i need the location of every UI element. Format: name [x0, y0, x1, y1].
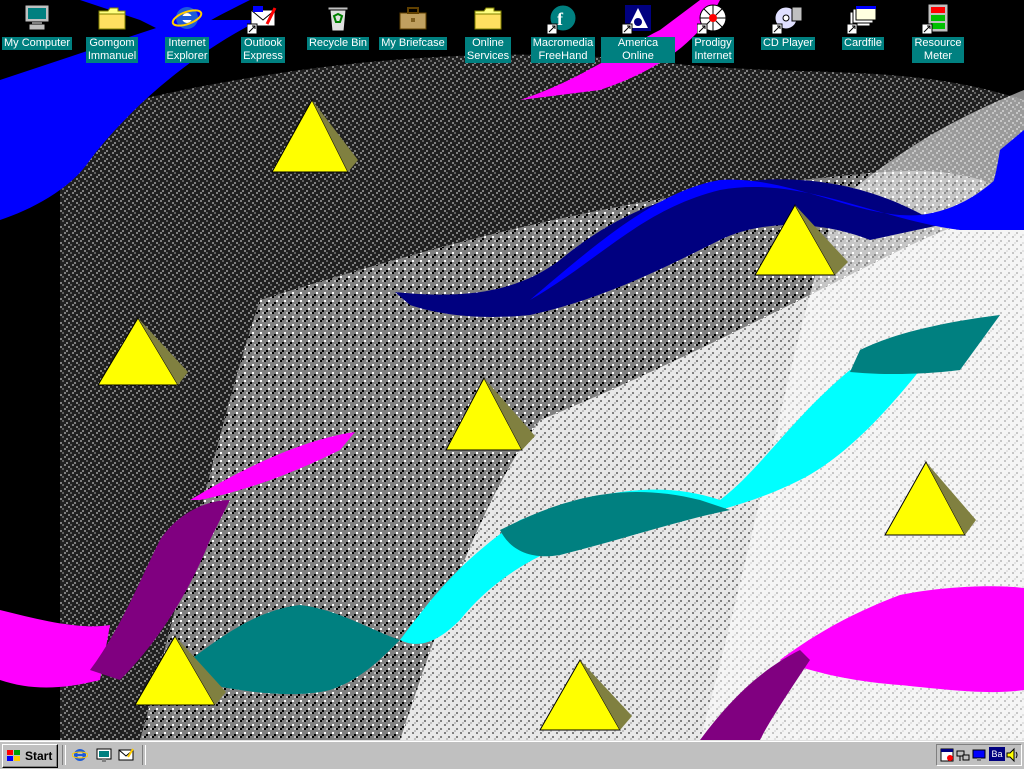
quick-launch-outlook-express-icon[interactable] [118, 747, 134, 763]
tray-volume-icon[interactable] [1005, 747, 1021, 763]
desktop-icon[interactable]: Internet Explorer [150, 2, 224, 63]
briefcase-icon [399, 7, 427, 30]
taskbar: Start Ba [0, 740, 1024, 769]
start-button[interactable]: Start [2, 744, 58, 768]
desktop-icon[interactable]: Prodigy Internet [676, 2, 750, 63]
resource-meter-icon [922, 3, 949, 34]
internet-explorer-icon [171, 7, 203, 29]
desktop-icon-label: Cardfile [842, 37, 884, 50]
prodigy-icon [697, 4, 727, 34]
desktop-icon-label: Recycle Bin [306, 37, 370, 50]
folder-icon [474, 7, 502, 30]
desktop-icon-label: Macromedia FreeHand [530, 37, 596, 63]
cd-player-icon [772, 6, 803, 34]
desktop-icon[interactable]: Recycle Bin [301, 2, 375, 50]
start-label: Start [25, 749, 53, 763]
windows-logo-icon [7, 750, 20, 761]
tray-display-icon[interactable] [971, 747, 987, 763]
desktop-icon[interactable]: Resource Meter [901, 2, 975, 63]
desktop[interactable]: My Computer Gomgom Immanuel Internet Explo… [0, 0, 1024, 740]
wallpaper [0, 0, 1024, 740]
desktop-icon-label: Gomgom Immanuel [85, 37, 139, 63]
svg-text:f: f [557, 9, 564, 29]
desktop-icon[interactable]: Cardfile [826, 2, 900, 50]
tray-scheduler-icon[interactable] [939, 747, 955, 763]
folder-icon [98, 7, 126, 30]
cardfile-icon [847, 5, 877, 34]
tray-language-indicator[interactable]: Ba [989, 747, 1005, 761]
desktop-icon-label: Resource Meter [912, 37, 964, 63]
desktop-icon[interactable]: America Online [601, 2, 675, 63]
quick-launch-show-desktop-icon[interactable] [96, 747, 112, 763]
desktop-icon[interactable]: Outlook Express [226, 2, 300, 63]
computer-icon [24, 4, 50, 31]
desktop-icon[interactable]: f Macromedia FreeHand [526, 2, 600, 63]
aol-icon [622, 5, 651, 34]
desktop-icon-label: Internet Explorer [164, 37, 210, 63]
system-tray: Ba [936, 744, 1022, 766]
desktop-icon-label: America Online [601, 37, 675, 63]
freehand-icon: f [547, 4, 577, 34]
desktop-icon[interactable]: CD Player [751, 2, 825, 50]
desktop-icon-label: CD Player [760, 37, 816, 50]
desktop-icon-label: My Computer [1, 37, 73, 50]
quick-launch-internet-explorer-icon[interactable] [72, 747, 88, 763]
tray-network-icon[interactable] [955, 747, 971, 763]
recycle-bin-icon [327, 6, 349, 32]
desktop-icon-label: Prodigy Internet [692, 37, 734, 63]
desktop-icon[interactable]: My Computer [0, 2, 74, 50]
desktop-icon[interactable]: Online Services [451, 2, 525, 63]
desktop-icon-label: Online Services [464, 37, 512, 63]
desktop-icon[interactable]: Gomgom Immanuel [75, 2, 149, 63]
outlook-express-icon [247, 6, 277, 34]
desktop-icon[interactable]: My Briefcase [376, 2, 450, 50]
taskbar-separator [142, 745, 146, 765]
taskbar-separator [62, 745, 66, 765]
desktop-icon-label: Outlook Express [241, 37, 285, 63]
desktop-icon-label: My Briefcase [379, 37, 447, 50]
